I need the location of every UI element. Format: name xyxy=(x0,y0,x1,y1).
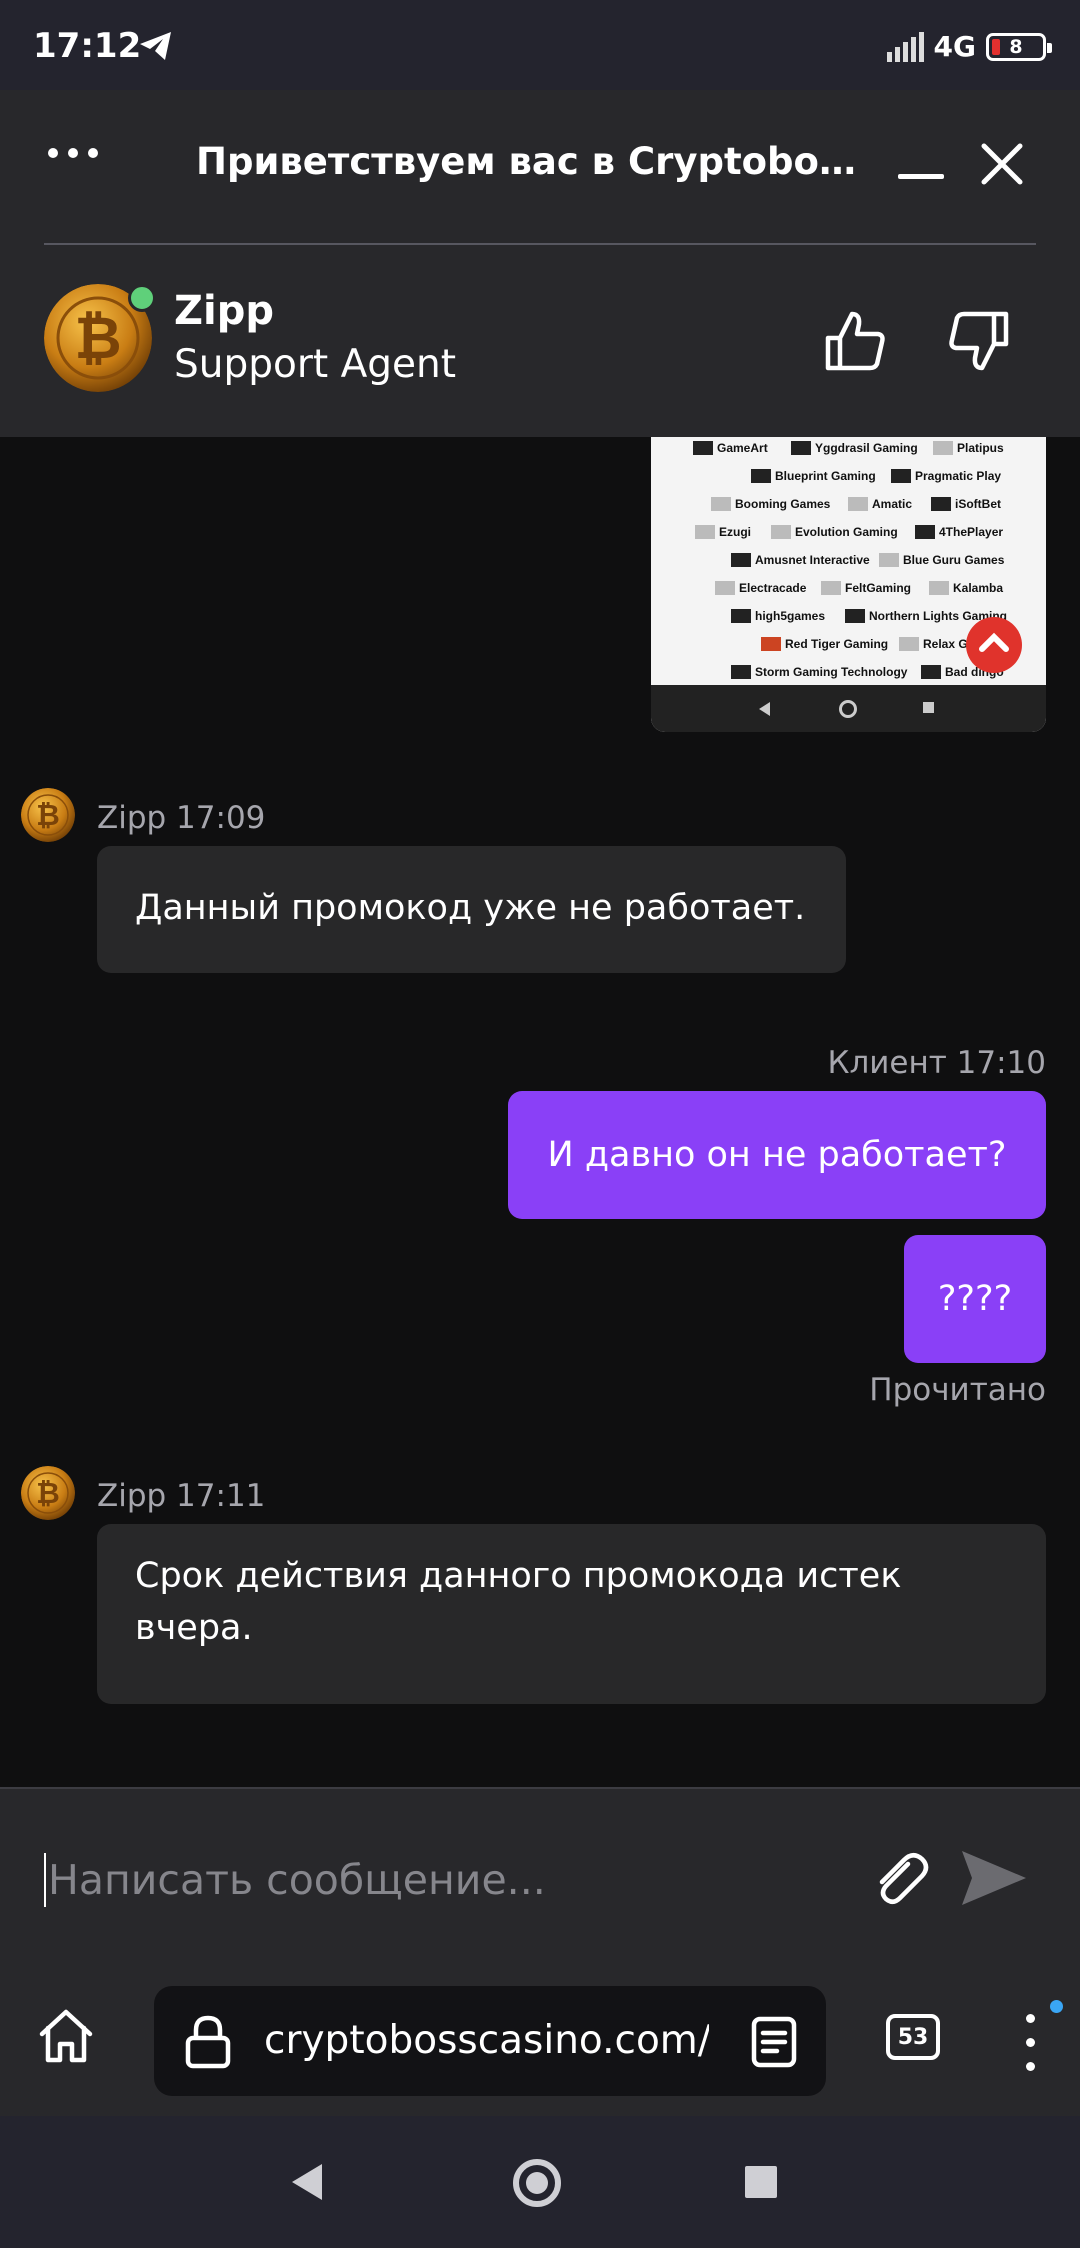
system-nav-bar xyxy=(0,2116,1080,2248)
close-icon[interactable] xyxy=(980,142,1024,186)
battery-level: 8 xyxy=(1009,35,1023,58)
provider-label: Amusnet Interactive xyxy=(731,553,870,567)
svg-text:₿: ₿ xyxy=(74,304,121,372)
thumbs-up-icon[interactable] xyxy=(822,308,888,374)
image-back-icon xyxy=(759,702,770,716)
online-status-indicator xyxy=(128,284,156,312)
agent-message-bubble: Срок действия данного промокода истек вч… xyxy=(97,1524,1046,1704)
provider-label: Kalamba xyxy=(929,581,1003,595)
status-time: 17:12 xyxy=(33,26,142,66)
provider-label: GameArt xyxy=(693,441,768,455)
more-icon[interactable] xyxy=(48,148,98,158)
provider-label: FeltGaming xyxy=(821,581,911,595)
message-meta: Zipp 17:11 xyxy=(97,1478,266,1514)
home-icon[interactable] xyxy=(36,2006,96,2066)
bitcoin-avatar-icon: ₿ xyxy=(21,788,75,842)
provider-label: iSoftBet xyxy=(931,497,1001,511)
send-icon[interactable] xyxy=(958,1845,1030,1911)
url-bar[interactable]: cryptobosscasino.com/p xyxy=(154,1986,826,2096)
scroll-up-fab-icon xyxy=(966,617,1022,673)
provider-label: Evolution Gaming xyxy=(771,525,898,539)
status-bar: 17:12 4G 8 xyxy=(0,0,1080,90)
agent-name: Zipp xyxy=(174,288,274,334)
url-text: cryptobosscasino.com/p xyxy=(264,2018,709,2063)
home-circle-icon[interactable] xyxy=(513,2159,561,2207)
svg-text:₿: ₿ xyxy=(36,1476,60,1510)
status-icons: 4G 8 xyxy=(886,30,1052,63)
back-icon[interactable] xyxy=(292,2164,322,2200)
svg-text:₿: ₿ xyxy=(36,798,60,832)
provider-label: Ezugi xyxy=(695,525,751,539)
image-nav-bar xyxy=(651,685,1046,732)
message-input[interactable] xyxy=(44,1845,848,1915)
provider-label: Pragmatic Play xyxy=(891,469,1001,483)
browser-toolbar: cryptobosscasino.com/p 53 xyxy=(0,1966,1080,2116)
tabs-icon[interactable]: 53 xyxy=(886,2014,940,2060)
provider-label: Yggdrasil Gaming xyxy=(791,441,918,455)
agent-role: Support Agent xyxy=(174,342,457,387)
bitcoin-avatar-icon: ₿ xyxy=(21,1466,75,1520)
lock-icon xyxy=(185,2015,231,2069)
signal-icon xyxy=(886,31,924,62)
paperclip-icon[interactable] xyxy=(868,1846,934,1912)
provider-label: high5games xyxy=(731,609,825,623)
message-meta: Клиент 17:10 xyxy=(827,1045,1046,1081)
provider-label: Booming Games xyxy=(711,497,830,511)
message-meta: Zipp 17:09 xyxy=(97,800,266,836)
image-home-icon xyxy=(839,700,857,718)
provider-label: Platipus xyxy=(933,441,1004,455)
chat-messages-area[interactable]: GameArt Yggdrasil Gaming Platipus Bluepr… xyxy=(0,437,1080,1787)
battery-icon: 8 xyxy=(986,32,1052,61)
agent-message-bubble: Данный промокод уже не работает. xyxy=(97,846,846,973)
client-message-bubble: ???? xyxy=(904,1235,1046,1363)
provider-label: Storm Gaming Technology xyxy=(731,665,907,679)
header-divider xyxy=(44,243,1036,245)
provider-label: 4ThePlayer xyxy=(915,525,1003,539)
thumbs-down-icon[interactable] xyxy=(946,308,1012,374)
provider-label: Red Tiger Gaming xyxy=(761,637,888,651)
client-message-bubble: И давно он не работает? xyxy=(508,1091,1046,1219)
provider-label: Electracade xyxy=(715,581,806,595)
provider-label: Blue Guru Games xyxy=(879,553,1004,567)
message-composer xyxy=(0,1787,1080,1966)
chat-title: Приветствуем вас в Cryptoboss ... xyxy=(196,140,868,183)
reader-mode-icon[interactable] xyxy=(750,2016,798,2068)
provider-label: Amatic xyxy=(848,497,912,511)
recents-icon[interactable] xyxy=(745,2166,777,2198)
read-status: Прочитано xyxy=(869,1372,1046,1408)
update-badge xyxy=(1050,2000,1063,2013)
image-recents-icon xyxy=(923,702,934,713)
telegram-icon xyxy=(140,32,171,60)
provider-label: Blueprint Gaming xyxy=(751,469,876,483)
network-type: 4G xyxy=(933,30,976,63)
shared-screenshot-image[interactable]: GameArt Yggdrasil Gaming Platipus Bluepr… xyxy=(651,437,1046,732)
kebab-menu-icon[interactable] xyxy=(1012,2010,1052,2074)
minimize-icon[interactable] xyxy=(898,174,944,179)
